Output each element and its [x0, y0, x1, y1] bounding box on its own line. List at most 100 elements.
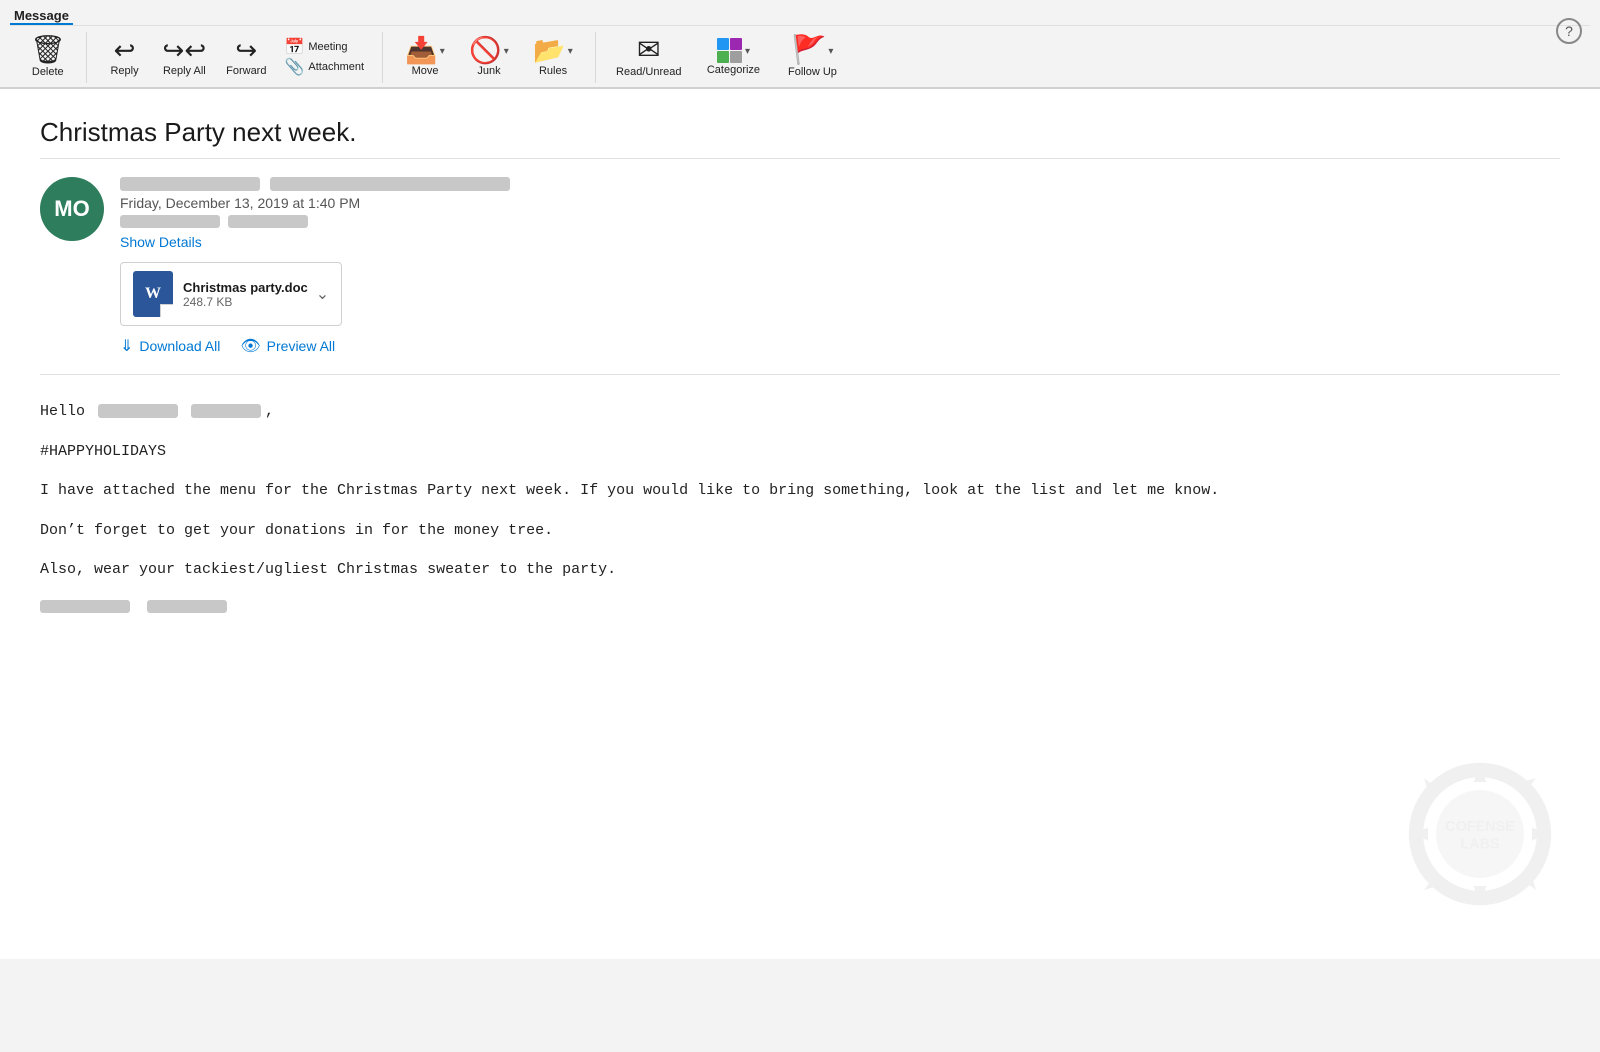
meta-details: Friday, December 13, 2019 at 1:40 PM Sho… — [120, 177, 1560, 356]
redacted-sender-name — [120, 177, 260, 191]
junk-icon: 🚫 — [469, 37, 501, 63]
preview-all-icon: 👁 — [240, 336, 260, 356]
meeting-icon: 📅 — [284, 40, 304, 56]
read-unread-icon: ✉ — [637, 36, 660, 64]
body-signature — [40, 597, 1560, 623]
junk-icon-row: 🚫 ▾ — [469, 37, 508, 65]
attachment-icon: 📎 — [284, 60, 304, 76]
redacted-recipient2 — [191, 404, 261, 418]
preview-all-button[interactable]: 👁 Preview All — [240, 336, 335, 356]
reply-button[interactable]: ↩ Reply — [99, 33, 151, 82]
email-subject: Christmas Party next week. — [40, 117, 1560, 159]
ribbon: Message 🗑 Delete ↩ Reply ↪↩ R — [0, 0, 1600, 89]
rules-dropdown-arrow: ▾ — [568, 46, 573, 57]
body-paragraph3: Also, wear your tackiest/ugliest Christm… — [40, 557, 1560, 583]
move-dropdown-arrow: ▾ — [440, 46, 445, 57]
redacted-recipient — [98, 404, 178, 418]
ribbon-group-respond: ↩ Reply ↪↩ Reply All ↪ Forward 📅 — [87, 32, 383, 83]
read-unread-button[interactable]: ✉ Read/Unread — [608, 32, 689, 83]
body-greeting: Hello , — [40, 399, 1560, 425]
attachment-info: Christmas party.doc 248.7 KB — [183, 280, 308, 309]
attachment-area: W Christmas party.doc 248.7 KB ⌄ ⇓ — [120, 262, 1560, 356]
forward-label: Forward — [226, 65, 266, 78]
rules-icon: 📂 — [533, 37, 565, 63]
body-paragraph2: Don’t forget to get your donations in fo… — [40, 518, 1560, 544]
attachment-label: Attachment — [308, 61, 364, 74]
categorize-dropdown: ▾ Categorize — [693, 34, 773, 81]
meeting-button[interactable]: 📅 Meeting — [278, 38, 370, 58]
attachment-button[interactable]: 📎 Attachment — [278, 58, 370, 78]
svg-text:LABS: LABS — [1460, 837, 1500, 853]
redacted-sender-email — [270, 177, 510, 191]
delete-icon: 🗑 — [30, 36, 66, 64]
word-doc-icon: W — [133, 271, 173, 317]
preview-all-label: Preview All — [267, 338, 335, 354]
meta-date: Friday, December 13, 2019 at 1:40 PM — [120, 195, 1560, 211]
email-meta: MO Friday, December 13, 2019 at 1:40 PM … — [40, 177, 1560, 375]
attachment-name: Christmas party.doc — [183, 280, 308, 295]
reply-icon: ↩ — [114, 37, 136, 63]
categorize-icon-row: ▾ — [717, 38, 750, 64]
ribbon-body: 🗑 Delete ↩ Reply ↪↩ Reply All ↪ — [10, 26, 1590, 87]
reply-all-label: Reply All — [163, 65, 206, 78]
move-icon-row: 📥 ▾ — [405, 37, 444, 65]
reply-all-button[interactable]: ↪↩ Reply All — [155, 33, 215, 82]
redacted-sig2 — [147, 600, 227, 613]
delete-label: Delete — [32, 66, 64, 79]
rules-dropdown: 📂 ▾ Rules — [523, 33, 583, 82]
ribbon-group-move: 📥 ▾ Move 🚫 ▾ Junk — [383, 32, 596, 83]
rules-button[interactable]: 📂 ▾ Rules — [523, 33, 583, 82]
follow-up-dropdown-arrow: ▾ — [828, 46, 833, 57]
body-paragraph1: I have attached the menu for the Christm… — [40, 478, 1560, 504]
junk-dropdown-arrow: ▾ — [504, 46, 509, 57]
move-button[interactable]: 📥 ▾ Move — [395, 33, 455, 82]
meeting-label: Meeting — [308, 41, 347, 54]
forward-icon: ↪ — [235, 37, 257, 63]
email-body: Hello , #HAPPYHOLIDAYS I have attached t… — [40, 399, 1560, 622]
read-unread-label: Read/Unread — [616, 66, 681, 79]
categorize-dropdown-arrow: ▾ — [745, 46, 750, 57]
delete-button[interactable]: 🗑 Delete — [22, 32, 74, 83]
meta-to — [120, 215, 1560, 228]
help-button[interactable]: ? — [1556, 18, 1582, 44]
ribbon-group-tags: ✉ Read/Unread ▾ — [596, 32, 859, 83]
categorize-icon — [717, 38, 743, 64]
attachment-size: 248.7 KB — [183, 295, 308, 309]
junk-dropdown: 🚫 ▾ Junk — [459, 33, 519, 82]
follow-up-button[interactable]: 🚩 ▾ Follow Up — [777, 32, 847, 83]
follow-up-dropdown: 🚩 ▾ Follow Up — [777, 32, 847, 83]
attachment-card[interactable]: W Christmas party.doc 248.7 KB ⌄ — [120, 262, 342, 326]
move-dropdown: 📥 ▾ Move — [395, 33, 455, 82]
reply-label: Reply — [110, 65, 138, 78]
attachment-actions: ⇓ Download All 👁 Preview All — [120, 336, 1560, 356]
junk-button[interactable]: 🚫 ▾ Junk — [459, 33, 519, 82]
rules-icon-row: 📂 ▾ — [533, 37, 572, 65]
cofense-watermark: COFENSE LABS — [1400, 754, 1560, 919]
redacted-to — [120, 215, 220, 228]
follow-up-label: Follow Up — [788, 66, 837, 79]
redacted-sig1 — [40, 600, 130, 613]
move-label: Move — [412, 65, 439, 78]
respond-stack: 📅 Meeting 📎 Attachment — [278, 38, 370, 78]
rules-label: Rules — [539, 65, 567, 78]
avatar: MO — [40, 177, 104, 241]
follow-up-icon-row: 🚩 ▾ — [792, 36, 834, 66]
forward-button[interactable]: ↪ Forward — [218, 33, 274, 82]
follow-up-icon: 🚩 — [792, 36, 827, 64]
svg-text:COFENSE: COFENSE — [1445, 819, 1515, 835]
download-all-label: Download All — [139, 338, 220, 354]
download-all-icon: ⇓ — [120, 336, 133, 356]
ribbon-tab-message[interactable]: Message — [10, 0, 73, 25]
move-icon: 📥 — [405, 37, 437, 63]
categorize-button[interactable]: ▾ Categorize — [693, 34, 773, 81]
redacted-to2 — [228, 215, 308, 228]
download-all-button[interactable]: ⇓ Download All — [120, 336, 220, 356]
email-area: Christmas Party next week. MO Friday, De… — [0, 89, 1600, 959]
reply-all-icon: ↪↩ — [163, 37, 207, 63]
show-details-link[interactable]: Show Details — [120, 234, 202, 250]
meta-from — [120, 177, 1560, 191]
ribbon-group-delete: 🗑 Delete — [10, 32, 87, 83]
body-hashtag: #HAPPYHOLIDAYS — [40, 439, 1560, 465]
attachment-chevron-icon[interactable]: ⌄ — [316, 284, 329, 304]
junk-label: Junk — [477, 65, 500, 78]
